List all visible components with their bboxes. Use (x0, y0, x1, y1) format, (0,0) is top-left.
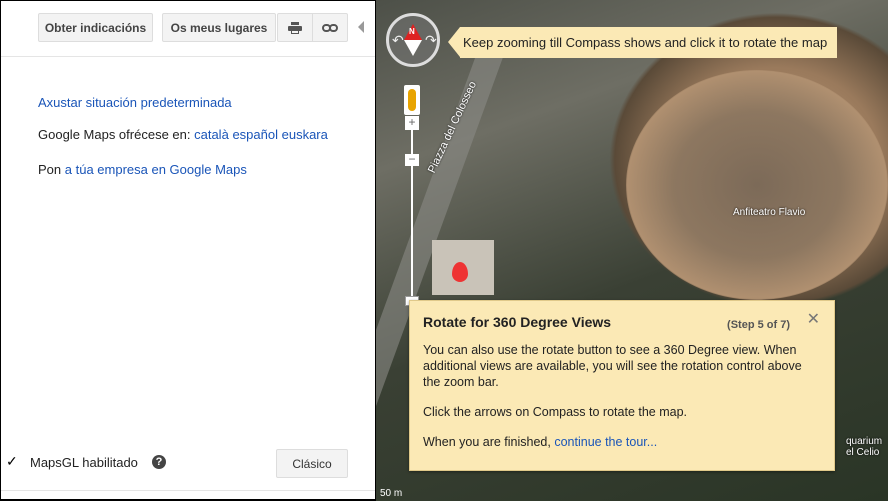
get-directions-button[interactable]: Obter indicacións (38, 13, 153, 42)
languages-line: Google Maps ofrécese en: català español … (38, 127, 328, 142)
tour-paragraph: When you are finished, continue the tour… (423, 435, 658, 449)
checkmark-icon: ✓ (6, 453, 18, 469)
pegman-button[interactable] (404, 85, 420, 115)
help-icon[interactable]: ? (152, 455, 166, 469)
colosseum (626, 70, 888, 300)
continue-tour-link[interactable]: continue the tour... (554, 435, 657, 449)
compass-control[interactable]: N ↶ ↷ (386, 13, 440, 67)
print-button[interactable] (277, 13, 313, 42)
poi-label: Anfiteatro Flavio (733, 207, 806, 218)
my-places-button[interactable]: Os meus lugares (162, 13, 276, 42)
mapsgl-label: MapsGL habilitado (30, 455, 138, 470)
tour-paragraph: You can also use the rotate button to se… (423, 343, 802, 389)
default-location-link[interactable]: Axustar situación predeterminada (38, 95, 232, 110)
zoom-out-button[interactable]: − (405, 153, 419, 166)
business-line: Pon a túa empresa en Google Maps (38, 162, 247, 177)
languages-prefix: Google Maps ofrécese en: (38, 127, 191, 142)
print-icon (288, 21, 302, 34)
link-icon (322, 23, 338, 32)
rotate-right-icon[interactable]: ↷ (425, 32, 437, 49)
map-marker-icon[interactable] (452, 262, 468, 282)
language-link-catala[interactable]: català (194, 127, 229, 142)
close-icon[interactable]: ✕ (807, 312, 820, 328)
tour-popup: Rotate for 360 Degree Views (Step 5 of 7… (409, 300, 835, 471)
compass-north-label: N (409, 27, 415, 36)
poi2-label: quarium el Celio (846, 436, 883, 458)
divider (1, 490, 375, 491)
tour-paragraph: Click the arrows on Compass to rotate th… (423, 405, 688, 419)
zoom-in-button[interactable]: + (405, 116, 419, 130)
divider (1, 56, 375, 57)
compass-south-icon (404, 40, 422, 56)
side-panel: Obter indicacións Os meus lugares Axusta… (1, 1, 375, 499)
language-link-euskara[interactable]: euskara (282, 127, 328, 142)
business-prefix: Pon (38, 162, 62, 177)
tour-step-count: (Step 5 of 7) (727, 319, 790, 331)
business-link[interactable]: a túa empresa en Google Maps (65, 162, 247, 177)
classic-button[interactable]: Clásico (276, 449, 348, 478)
rotate-left-icon[interactable]: ↶ (392, 32, 404, 49)
scale-bar: 50 m (380, 488, 403, 499)
compass-tooltip: Keep zooming till Compass shows and clic… (448, 27, 837, 58)
pegman-icon (408, 89, 416, 111)
satellite-map[interactable]: Piazza del Colosseo Anfiteatro Flavio qu… (376, 0, 888, 501)
collapse-panel-arrow-icon[interactable] (358, 21, 364, 33)
language-link-espanol[interactable]: español (232, 127, 278, 142)
link-button[interactable] (312, 13, 348, 42)
